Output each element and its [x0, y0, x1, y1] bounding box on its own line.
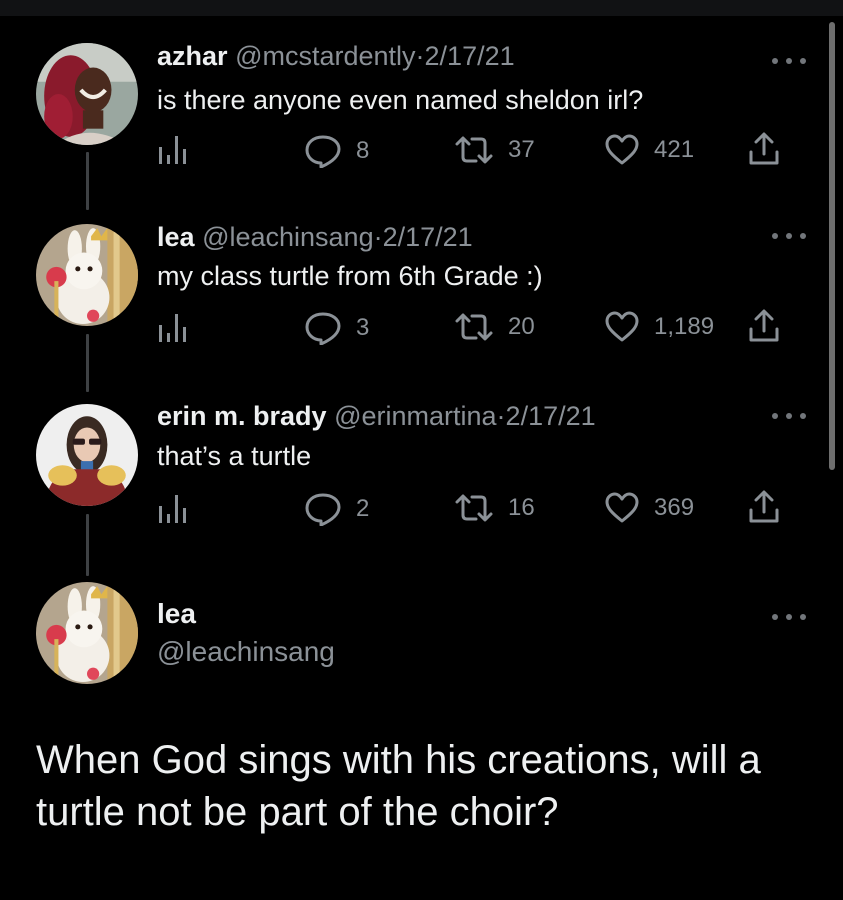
tweet-text: my class turtle from 6th Grade :): [157, 261, 543, 291]
like-count: 1,189: [654, 313, 715, 340]
tweet-date[interactable]: 2/17/21: [383, 222, 473, 252]
retweet-button[interactable]: 16: [454, 493, 535, 523]
heart-icon: [605, 311, 639, 342]
avatar[interactable]: [36, 43, 138, 145]
tweet-date[interactable]: 2/17/21: [425, 41, 515, 71]
upload-icon: [749, 132, 779, 165]
share-button[interactable]: [748, 490, 780, 524]
display-name[interactable]: azhar: [157, 41, 228, 71]
top-bar: [0, 0, 843, 16]
tweet-header: erin m. brady @erinmartina·2/17/21: [157, 400, 596, 432]
analytics-button[interactable]: [158, 313, 194, 343]
more-options-icon[interactable]: [772, 410, 806, 422]
like-button[interactable]: 421: [604, 134, 694, 166]
username[interactable]: @mcstardently: [235, 41, 415, 71]
tweet-text: is there anyone even named sheldon irl?: [157, 85, 644, 115]
reply-count: 3: [356, 314, 370, 341]
retweet-arrows-icon: [455, 494, 493, 522]
thread-line: [86, 152, 89, 210]
retweet-button[interactable]: 20: [454, 312, 535, 342]
upload-icon: [749, 490, 779, 523]
tweet-date[interactable]: 2/17/21: [506, 401, 596, 431]
reply-button[interactable]: 2: [304, 492, 369, 526]
heart-icon: [605, 492, 639, 523]
upload-icon: [749, 309, 779, 342]
retweet-count: 37: [508, 136, 535, 163]
share-button[interactable]: [748, 132, 780, 166]
analytics-button[interactable]: [158, 135, 194, 165]
avatar[interactable]: [36, 404, 138, 506]
more-options-icon[interactable]: [772, 611, 806, 623]
display-name[interactable]: erin m. brady: [157, 401, 327, 431]
share-button[interactable]: [748, 309, 780, 343]
more-options-icon[interactable]: [772, 55, 806, 67]
reply-button[interactable]: 8: [304, 134, 369, 168]
separator-dot: ·: [373, 222, 383, 252]
separator-dot: ·: [415, 41, 425, 71]
speech-bubble-icon: [305, 135, 341, 168]
more-options-icon[interactable]: [772, 230, 806, 242]
analytics-button[interactable]: [158, 494, 194, 524]
avatar[interactable]: [36, 224, 138, 326]
separator-dot: ·: [496, 401, 506, 431]
reply-count: 8: [356, 137, 370, 164]
thread-line: [86, 514, 89, 576]
tweet-header: azhar @mcstardently·2/17/21: [157, 40, 515, 72]
username[interactable]: @leachinsang: [202, 222, 374, 252]
reply-button[interactable]: 3: [304, 311, 369, 345]
reply-count: 2: [356, 495, 370, 522]
scrollbar[interactable]: [829, 22, 835, 470]
retweet-count: 16: [508, 494, 535, 521]
retweet-arrows-icon: [455, 136, 493, 164]
main-tweet-text: When God sings with his creations, will …: [36, 738, 761, 834]
display-name[interactable]: lea: [157, 598, 196, 630]
speech-bubble-icon: [305, 493, 341, 526]
bar-chart-icon: [159, 136, 186, 164]
avatar[interactable]: [36, 582, 138, 684]
thread-line: [86, 334, 89, 392]
retweet-button[interactable]: 37: [454, 135, 535, 165]
heart-icon: [605, 134, 639, 165]
tweet-header: lea @leachinsang·2/17/21: [157, 221, 473, 253]
bar-chart-icon: [159, 495, 186, 523]
like-button[interactable]: 369: [604, 492, 694, 524]
like-count: 369: [654, 494, 695, 521]
speech-bubble-icon: [305, 312, 341, 345]
display-name[interactable]: lea: [157, 222, 195, 252]
username[interactable]: @erinmartina: [334, 401, 496, 431]
like-count: 421: [654, 136, 695, 163]
bar-chart-icon: [159, 314, 186, 342]
tweet-text: that’s a turtle: [157, 441, 312, 471]
username[interactable]: @leachinsang: [157, 636, 335, 668]
like-button[interactable]: 1,189: [604, 311, 714, 343]
retweet-count: 20: [508, 313, 535, 340]
retweet-arrows-icon: [455, 313, 493, 341]
